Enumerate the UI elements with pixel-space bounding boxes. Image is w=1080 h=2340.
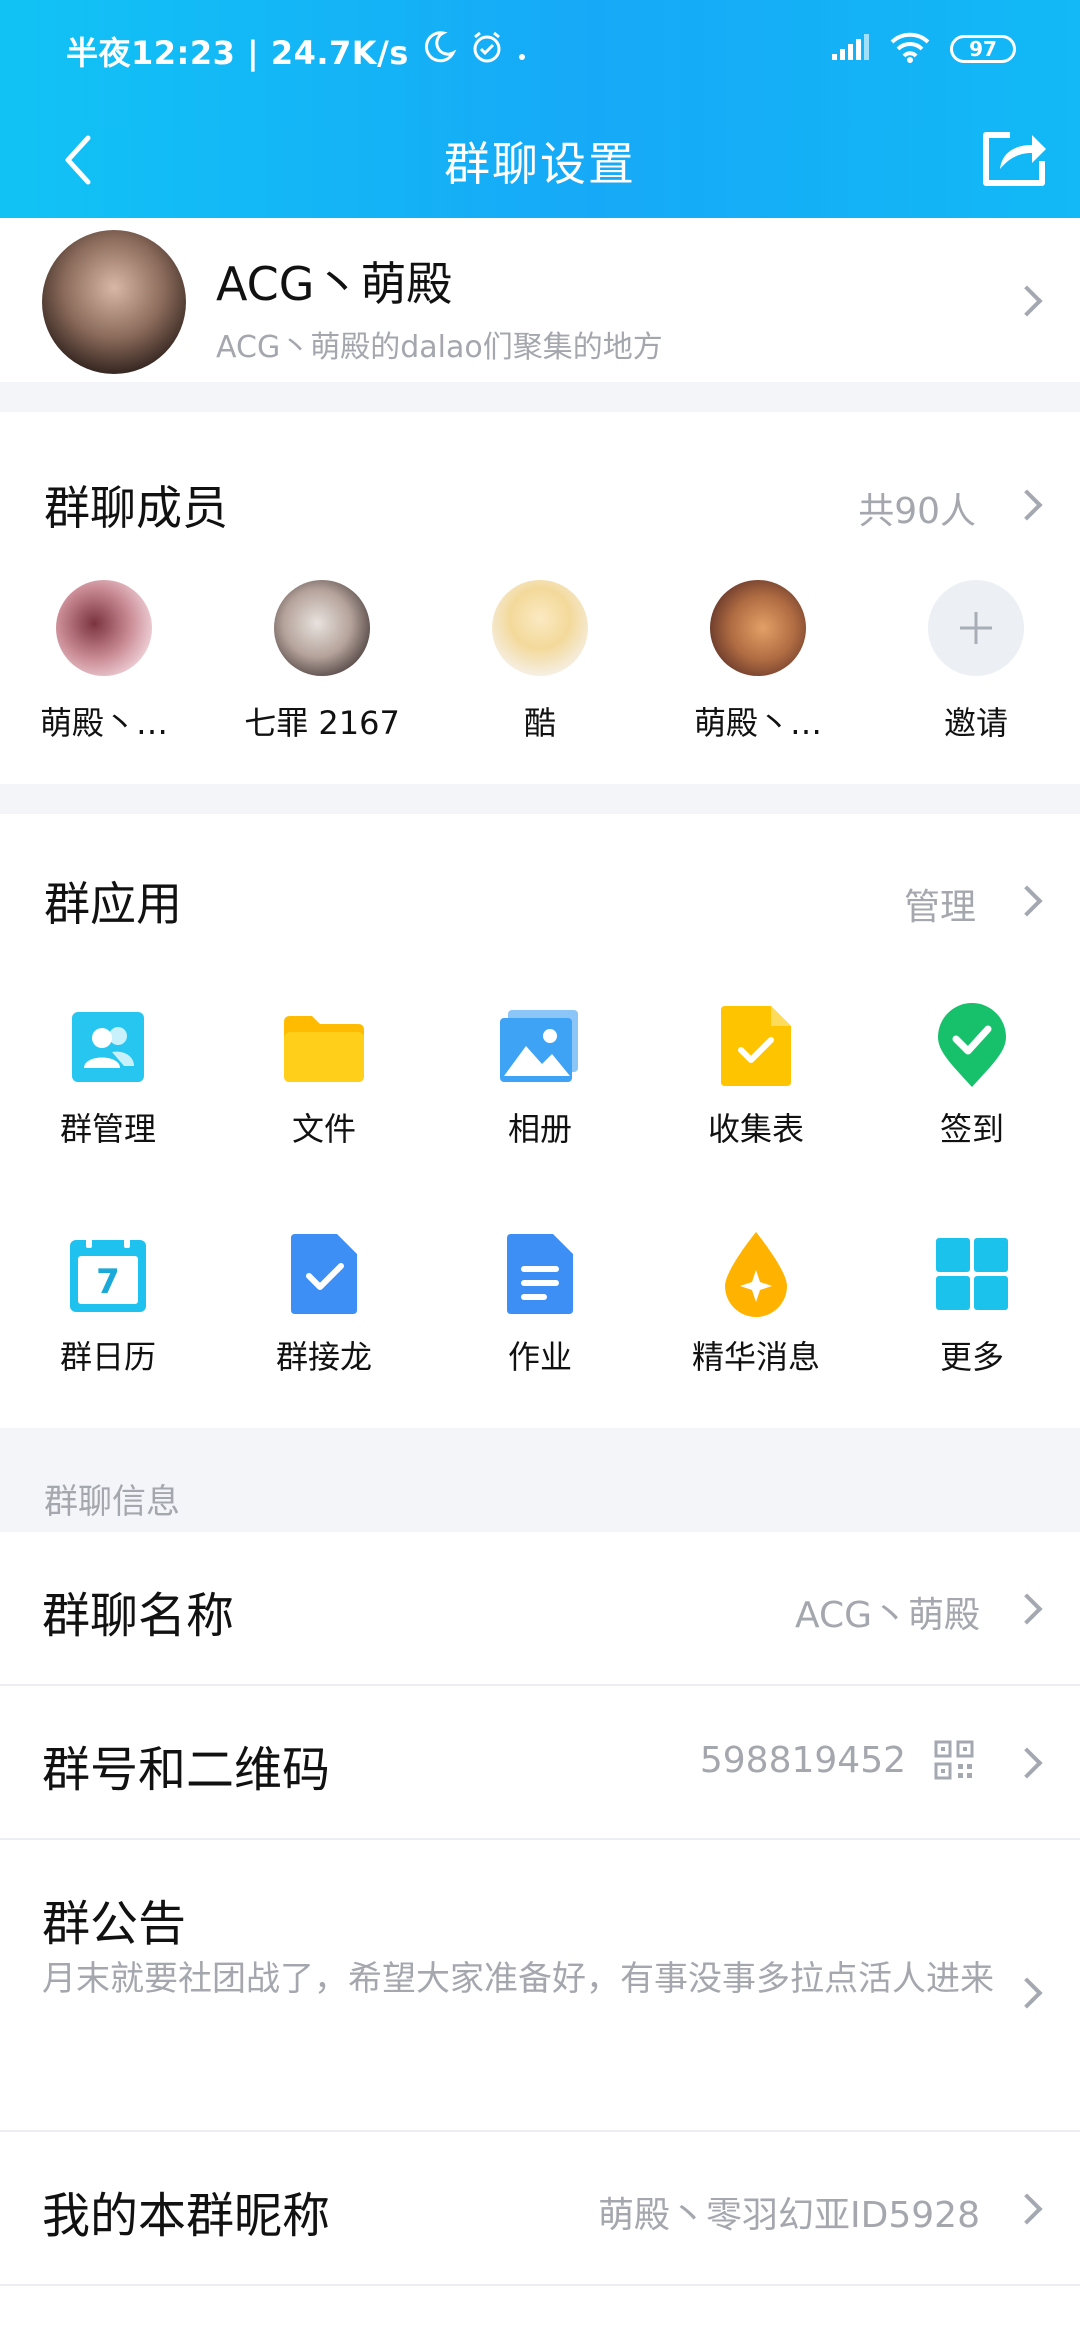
battery-level: 97 xyxy=(969,37,997,61)
row-value: 萌殿丶零羽幻亚ID5928 xyxy=(598,2195,980,2236)
member-item[interactable]: 萌殿丶… xyxy=(658,580,858,744)
app-label: 作业 xyxy=(507,1338,572,1376)
status-bar: 半夜12:23 | 24.7K/s 97 xyxy=(0,0,1080,100)
alarm-icon xyxy=(469,29,505,73)
group-apps-card: 群应用 管理 群管理 文件 相册 收集表 签到 7 群日历 群接龙 作业 精华消… xyxy=(0,814,1080,1428)
group-name-row[interactable]: 群聊名称 ACG丶萌殿 xyxy=(0,1532,1080,1686)
chevron-right-icon xyxy=(1011,285,1043,317)
my-nickname-row[interactable]: 我的本群昵称 萌殿丶零羽幻亚ID5928 xyxy=(0,2132,1080,2286)
apps-title: 群应用 xyxy=(44,877,182,931)
members-title: 群聊成员 xyxy=(44,481,228,535)
app-label: 群管理 xyxy=(59,1110,156,1148)
status-left: 半夜12:23 | 24.7K/s xyxy=(66,28,527,74)
album-icon xyxy=(498,1004,582,1088)
more-grid-icon xyxy=(930,1232,1014,1316)
member-name: 酷 xyxy=(523,704,556,742)
status-time: 半夜12:23 | 24.7K/s xyxy=(66,34,409,72)
member-avatar xyxy=(274,580,370,676)
collect-form-icon xyxy=(714,1004,798,1088)
row-label: 我的本群昵称 xyxy=(42,2188,331,2244)
group-avatar[interactable] xyxy=(42,230,186,374)
battery-indicator: 97 xyxy=(950,35,1016,63)
info-list: 群聊名称 ACG丶萌殿 群号和二维码 598819452 群公告 月末就要社团战… xyxy=(0,1532,1080,2340)
members-count[interactable]: 共90人 xyxy=(858,482,976,534)
app-homework[interactable]: 作业 xyxy=(432,1232,648,1378)
nav-bar: 群聊设置 xyxy=(0,100,1080,218)
info-section-title: 群聊信息 xyxy=(44,1482,180,1522)
group-profile-card[interactable]: ACG丶萌殿 ACG丶萌殿的dalao们聚集的地方 xyxy=(0,218,1080,382)
share-button[interactable] xyxy=(972,114,1058,200)
calendar-day: 7 xyxy=(96,1262,120,1302)
status-right: 97 xyxy=(830,30,1016,68)
page-title: 群聊设置 xyxy=(444,137,636,191)
row-value: 598819452 xyxy=(699,1740,906,1781)
signal-icon xyxy=(830,32,870,66)
app-label: 群接龙 xyxy=(275,1338,372,1376)
chevron-right-icon xyxy=(1011,2193,1043,2225)
share-icon xyxy=(983,132,1046,186)
app-label: 相册 xyxy=(507,1110,572,1148)
invite-label: 邀请 xyxy=(943,704,1008,742)
row-label: 群号和二维码 xyxy=(42,1742,331,1798)
app-label: 签到 xyxy=(939,1110,1004,1148)
notice-content: 月末就要社团战了，希望大家准备好，有事没事多拉点活人进来 xyxy=(42,1959,994,1999)
app-group-manage[interactable]: 群管理 xyxy=(0,1004,216,1150)
app-more[interactable]: 更多 xyxy=(864,1232,1080,1378)
member-item[interactable]: 酷 xyxy=(440,580,640,744)
relay-icon xyxy=(282,1232,366,1316)
chevron-right-icon xyxy=(1011,1593,1043,1625)
row-label: 群聊名称 xyxy=(42,1588,235,1644)
check-in-icon xyxy=(930,1003,1014,1088)
app-album[interactable]: 相册 xyxy=(432,1004,648,1150)
row-label: 群公告 xyxy=(42,1896,187,1952)
members-card: 群聊成员 共90人 萌殿丶… 七罪 2167 酷 萌殿丶… 邀请 xyxy=(0,412,1080,784)
group-manage-icon xyxy=(66,1004,150,1088)
app-header: 半夜12:23 | 24.7K/s 97 群聊设置 xyxy=(0,0,1080,218)
app-label: 收集表 xyxy=(707,1110,804,1148)
calendar-icon: 7 xyxy=(66,1232,150,1316)
member-name: 萌殿丶… xyxy=(693,704,822,742)
chevron-right-icon xyxy=(1011,1747,1043,1779)
app-relay[interactable]: 群接龙 xyxy=(216,1232,432,1378)
invite-button[interactable]: 邀请 xyxy=(876,580,1076,744)
group-description: ACG丶萌殿的dalao们聚集的地方 xyxy=(216,330,663,365)
member-avatar xyxy=(492,580,588,676)
moon-icon xyxy=(421,29,457,73)
apps-manage[interactable]: 管理 xyxy=(904,878,976,930)
app-label: 文件 xyxy=(291,1110,356,1148)
member-avatar xyxy=(710,580,806,676)
group-number-row[interactable]: 群号和二维码 598819452 xyxy=(0,1686,1080,1840)
notification-dot-icon xyxy=(517,32,527,70)
app-label: 精华消息 xyxy=(691,1338,820,1376)
wifi-icon xyxy=(888,30,932,68)
chevron-right-icon xyxy=(1011,1977,1043,2009)
member-avatar xyxy=(56,580,152,676)
homework-icon xyxy=(498,1232,582,1316)
app-label: 更多 xyxy=(939,1338,1004,1376)
member-name: 七罪 2167 xyxy=(244,704,400,742)
group-notice-row[interactable]: 群公告 月末就要社团战了，希望大家准备好，有事没事多拉点活人进来 xyxy=(0,1840,1080,2132)
member-item[interactable]: 萌殿丶… xyxy=(4,580,204,744)
member-item[interactable]: 七罪 2167 xyxy=(222,580,422,744)
essence-icon xyxy=(714,1232,798,1317)
app-essence[interactable]: 精华消息 xyxy=(648,1232,864,1378)
app-calendar[interactable]: 7 群日历 xyxy=(0,1232,216,1378)
app-label: 群日历 xyxy=(59,1338,156,1376)
row-value: ACG丶萌殿 xyxy=(794,1595,980,1636)
folder-icon xyxy=(282,1004,366,1088)
app-collect-form[interactable]: 收集表 xyxy=(648,1004,864,1150)
member-name: 萌殿丶… xyxy=(39,704,168,742)
plus-icon xyxy=(960,612,992,644)
app-check-in[interactable]: 签到 xyxy=(864,1003,1080,1150)
chevron-right-icon[interactable] xyxy=(1011,489,1043,521)
invite-avatar xyxy=(928,580,1024,676)
chevron-right-icon[interactable] xyxy=(1011,885,1043,917)
group-name: ACG丶萌殿 xyxy=(216,257,453,311)
qr-code-icon xyxy=(934,1740,974,1780)
app-files[interactable]: 文件 xyxy=(216,1004,432,1150)
